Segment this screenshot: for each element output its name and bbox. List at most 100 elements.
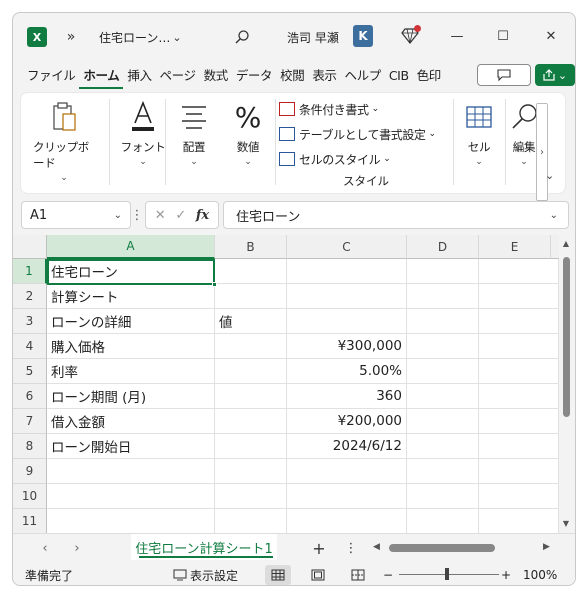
vertical-scrollbar[interactable]: ▲ ▼ <box>559 235 573 533</box>
column-header-c[interactable]: C <box>287 235 407 259</box>
excel-app-icon[interactable]: X <box>27 27 47 47</box>
user-name[interactable]: 浩司 早瀬 <box>287 27 339 47</box>
cell-e2[interactable] <box>479 284 559 309</box>
formula-expand-icon[interactable]: ⌄ <box>550 210 558 221</box>
cell-d11[interactable] <box>407 509 479 533</box>
page-break-view-button[interactable] <box>345 565 371 585</box>
next-sheet-icon[interactable]: › <box>67 538 87 558</box>
cell-e9[interactable] <box>479 459 559 484</box>
scroll-down-icon[interactable]: ▼ <box>560 519 572 528</box>
cell-c8[interactable]: 2024/6/12 <box>287 434 407 459</box>
conditional-format-button[interactable]: 条件付き書式 ⌄ <box>279 99 379 119</box>
cell-c4[interactable]: ¥300,000 <box>287 334 407 359</box>
row-header-9[interactable]: 9 <box>13 459 47 484</box>
cell-d9[interactable] <box>407 459 479 484</box>
tab-file[interactable]: ファイル <box>23 65 79 89</box>
cell-e11[interactable] <box>479 509 559 533</box>
horizontal-scrollbar[interactable]: ◀ ▶ <box>373 542 553 554</box>
cell-d4[interactable] <box>407 334 479 359</box>
cell-c2[interactable] <box>287 284 407 309</box>
cell-e3[interactable] <box>479 309 559 334</box>
minimize-button[interactable]: — <box>443 23 471 49</box>
document-title[interactable]: 住宅ローン… <box>99 27 170 47</box>
cell-a10[interactable] <box>47 484 215 509</box>
cell-c9[interactable] <box>287 459 407 484</box>
scroll-right-icon[interactable]: ▶ <box>543 542 550 552</box>
formula-input[interactable]: 住宅ローン ⌄ <box>223 201 569 229</box>
row-header-8[interactable]: 8 <box>13 434 47 459</box>
cell-e8[interactable] <box>479 434 559 459</box>
cell-e6[interactable] <box>479 384 559 409</box>
cell-e5[interactable] <box>479 359 559 384</box>
zoom-slider-track[interactable] <box>399 574 499 575</box>
clipboard-group[interactable]: クリップボード ⌄ <box>33 99 95 187</box>
user-avatar[interactable]: K <box>353 25 373 47</box>
cell-a3[interactable]: ローンの詳細 <box>47 309 215 334</box>
number-group[interactable]: % 数値 ⌄ <box>223 99 273 187</box>
cell-b9[interactable] <box>215 459 287 484</box>
cell-c5[interactable]: 5.00% <box>287 359 407 384</box>
cell-d10[interactable] <box>407 484 479 509</box>
close-button[interactable]: ✕ <box>537 23 565 49</box>
cell-a1[interactable]: 住宅ローン <box>47 259 215 284</box>
cell-a2[interactable]: 計算シート <box>47 284 215 309</box>
quick-access-more-icon[interactable]: » <box>61 25 81 49</box>
comments-button[interactable] <box>477 64 531 86</box>
search-icon[interactable] <box>231 26 253 48</box>
cells-group[interactable]: セル ⌄ <box>457 99 501 187</box>
spreadsheet-grid[interactable]: A B C D E 1 2 3 4 5 6 7 8 9 10 11 住宅ローン … <box>13 235 559 533</box>
cell-c7[interactable]: ¥200,000 <box>287 409 407 434</box>
select-all-corner[interactable] <box>13 235 47 259</box>
cell-b7[interactable] <box>215 409 287 434</box>
display-settings-button[interactable]: 表示設定 <box>173 565 238 585</box>
column-header-b[interactable]: B <box>215 235 287 259</box>
tab-color-print[interactable]: 色印 <box>413 65 445 89</box>
prev-sheet-icon[interactable]: ‹ <box>35 538 55 558</box>
cell-d2[interactable] <box>407 284 479 309</box>
title-chevron-icon[interactable]: ⌄ <box>169 27 185 47</box>
row-header-7[interactable]: 7 <box>13 409 47 434</box>
cell-d7[interactable] <box>407 409 479 434</box>
zoom-out-button[interactable]: − <box>383 565 393 585</box>
cell-e10[interactable] <box>479 484 559 509</box>
tab-formulas[interactable]: 数式 <box>200 65 232 89</box>
cell-b10[interactable] <box>215 484 287 509</box>
cell-b5[interactable] <box>215 359 287 384</box>
cell-e1[interactable] <box>479 259 559 284</box>
cell-b3[interactable]: 値 <box>215 309 287 334</box>
cell-b11[interactable] <box>215 509 287 533</box>
row-header-5[interactable]: 5 <box>13 359 47 384</box>
fill-handle[interactable] <box>212 282 217 287</box>
row-header-1[interactable]: 1 <box>13 259 47 284</box>
cell-d6[interactable] <box>407 384 479 409</box>
cell-a7[interactable]: 借入金額 <box>47 409 215 434</box>
cell-d5[interactable] <box>407 359 479 384</box>
cell-a5[interactable]: 利率 <box>47 359 215 384</box>
cell-c10[interactable] <box>287 484 407 509</box>
ribbon-scroll-right-button[interactable]: › <box>536 103 548 201</box>
cell-a4[interactable]: 購入価格 <box>47 334 215 359</box>
tab-data[interactable]: データ <box>232 65 276 89</box>
row-header-6[interactable]: 6 <box>13 384 47 409</box>
cell-b2[interactable] <box>215 284 287 309</box>
add-sheet-icon[interactable]: + <box>309 538 329 558</box>
normal-view-button[interactable] <box>265 565 291 585</box>
horizontal-scroll-thumb[interactable] <box>389 544 495 552</box>
name-box-chevron-icon[interactable]: ⌄ <box>114 210 122 221</box>
column-header-a[interactable]: A <box>47 235 215 259</box>
zoom-slider-thumb[interactable] <box>445 568 449 580</box>
cell-a8[interactable]: ローン開始日 <box>47 434 215 459</box>
cell-b6[interactable] <box>215 384 287 409</box>
scroll-left-icon[interactable]: ◀ <box>373 542 380 552</box>
cancel-icon[interactable]: ✕ <box>155 208 166 223</box>
page-layout-view-button[interactable] <box>305 565 331 585</box>
row-header-3[interactable]: 3 <box>13 309 47 334</box>
cell-a6[interactable]: ローン期間 (月) <box>47 384 215 409</box>
share-button[interactable]: ⌄ <box>535 64 575 86</box>
cell-c6[interactable]: 360 <box>287 384 407 409</box>
format-as-table-button[interactable]: テーブルとして書式設定 ⌄ <box>279 124 436 144</box>
cell-b8[interactable] <box>215 434 287 459</box>
vertical-scroll-thumb[interactable] <box>563 257 570 417</box>
cell-d3[interactable] <box>407 309 479 334</box>
enter-icon[interactable]: ✓ <box>175 208 186 223</box>
